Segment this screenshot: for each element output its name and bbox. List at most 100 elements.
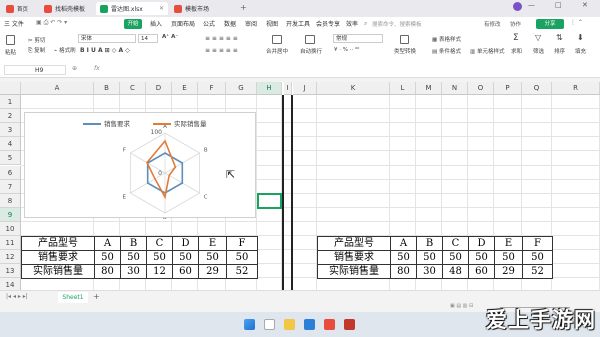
tab-page-layout[interactable]: 页面布局 [171, 19, 195, 28]
table_right-cell[interactable]: A [390, 236, 417, 252]
fill-button[interactable]: 填充 [575, 47, 586, 55]
selected-cell[interactable] [257, 193, 282, 209]
sheet-nav-arrows[interactable]: |◂ ◂ ▸ ▸| [6, 293, 28, 300]
table_right-cell[interactable]: B [416, 236, 443, 252]
search-app-icon[interactable] [264, 319, 275, 330]
table_left-cell[interactable]: B [120, 236, 147, 252]
table_left-cell[interactable]: 50 [120, 250, 147, 266]
column-header-p[interactable]: P [494, 82, 522, 95]
row-header-2[interactable]: 2 [0, 109, 21, 124]
close-window-icon[interactable]: ✕ [582, 1, 588, 9]
row-header-11[interactable]: 11 [0, 236, 21, 251]
font-size-up-icon[interactable]: A⁺ A⁻ [162, 34, 178, 40]
copy-button[interactable]: ⎘ 复制 [28, 46, 45, 55]
table_right-cell[interactable]: 48 [442, 264, 469, 280]
filter-button[interactable]: 筛选 [533, 47, 544, 55]
table_left-cell[interactable]: 52 [226, 264, 258, 280]
row-header-3[interactable]: 3 [0, 123, 21, 138]
row-header-8[interactable]: 8 [0, 193, 21, 208]
tab-start[interactable]: 开始 [124, 19, 142, 29]
app-icon[interactable] [344, 319, 355, 330]
table_right-cell[interactable]: 50 [416, 250, 443, 266]
row-header-12[interactable]: 12 [0, 250, 21, 265]
column-header-g[interactable]: G [226, 82, 257, 95]
share-button[interactable]: 分享 [536, 19, 564, 29]
column-header-a[interactable]: A [21, 82, 94, 95]
column-header-c[interactable]: C [120, 82, 146, 95]
file-menu[interactable]: 三 文件 [4, 19, 24, 28]
table_right-cell[interactable]: 50 [494, 250, 523, 266]
column-header-n[interactable]: N [442, 82, 468, 95]
tab-efficiency[interactable]: 效率 [346, 19, 358, 28]
radar-chart[interactable]: 1000ABCDEF销售要求实际销售量 [24, 112, 256, 224]
tab-view[interactable]: 视图 [266, 19, 278, 28]
tab-formula[interactable]: 公式 [203, 19, 215, 28]
table_right-cell[interactable]: 50 [468, 250, 495, 266]
table_left-cell[interactable]: 50 [226, 250, 258, 266]
quick-access-icons[interactable]: ▣ ⎙ ↶ ↷ ▾ [36, 19, 67, 27]
table_left-cell[interactable]: 50 [172, 250, 199, 266]
table_left-cell[interactable]: E [198, 236, 227, 252]
align-buttons[interactable]: ≡ ≡ ≡ ≡ ≡ [205, 47, 238, 54]
table_left-cell[interactable]: 60 [172, 264, 199, 280]
tab-developer[interactable]: 开发工具 [286, 19, 310, 28]
type-convert-icon[interactable] [400, 35, 409, 44]
column-header-e[interactable]: E [172, 82, 198, 95]
number-format-select[interactable]: 常规 [333, 34, 383, 43]
row-header-10[interactable]: 10 [0, 221, 21, 236]
tab-member[interactable]: 会员专享 [316, 19, 340, 28]
command-search[interactable]: 搜索命令、搜索模板 [372, 20, 422, 28]
column-header-f[interactable]: F [198, 82, 226, 95]
table_left-cell[interactable]: 30 [120, 264, 147, 280]
table_right-cell[interactable]: 实际销售量 [317, 264, 391, 280]
windows-start-icon[interactable] [244, 319, 255, 330]
column-header-q[interactable]: Q [522, 82, 552, 95]
column-header-b[interactable]: B [94, 82, 120, 95]
type-convert-button[interactable]: 类型转换 [394, 47, 416, 55]
table_left-cell[interactable]: 50 [94, 250, 121, 266]
close-icon[interactable]: ✕ [159, 5, 164, 12]
table_left-cell[interactable]: D [172, 236, 199, 252]
maximize-icon[interactable]: □ [555, 1, 562, 9]
fx-icon[interactable]: fx [94, 65, 100, 72]
wps-office-icon[interactable] [324, 319, 335, 330]
view-mode-icons[interactable]: ▣ ▤ ▥ ⊟ [450, 303, 473, 309]
number-format-buttons[interactable]: ¥ · % ·· ⁰⁰ [334, 47, 359, 53]
align-top-buttons[interactable]: ≡ ≡ ≡ ≡ ≡ [205, 35, 238, 42]
format-painter-button[interactable]: ⌁ 格式刷 [54, 46, 76, 54]
filter-icon[interactable]: ▽ [535, 33, 541, 42]
file-explorer-icon[interactable] [284, 319, 295, 330]
table_right-cell[interactable]: 销售要求 [317, 250, 391, 266]
table_left-cell[interactable]: 50 [146, 250, 173, 266]
table_left-cell[interactable]: 29 [198, 264, 227, 280]
conditional-format-button[interactable]: ▤ 条件格式 [432, 47, 461, 55]
search-icon[interactable]: ⌕ [364, 20, 367, 28]
row-header-5[interactable]: 5 [0, 151, 21, 166]
row-header-7[interactable]: 7 [0, 179, 21, 194]
tab-review[interactable]: 审阅 [245, 19, 257, 28]
paste-icon[interactable] [6, 35, 15, 45]
table_left-cell[interactable]: A [94, 236, 121, 252]
table_left-cell[interactable]: F [226, 236, 258, 252]
font-style-buttons[interactable]: B I U A ⊞ ◇ A ◇ [80, 47, 130, 54]
table_left-cell[interactable]: C [146, 236, 173, 252]
column-header-l[interactable]: L [390, 82, 416, 95]
table-style-button[interactable]: ▦ 表格样式 [432, 35, 461, 43]
minimize-icon[interactable]: — [528, 1, 535, 9]
row-header-6[interactable]: 6 [0, 165, 21, 180]
merge-center-icon[interactable] [272, 35, 282, 44]
sort-button[interactable]: 排序 [554, 47, 565, 55]
font-name-select[interactable]: 宋体 [78, 34, 136, 43]
table_right-cell[interactable]: 52 [522, 264, 553, 280]
zoom-icon[interactable]: ⊕ [72, 65, 77, 72]
formula-input[interactable] [108, 65, 588, 75]
merge-center-button[interactable]: 合并居中 [266, 47, 288, 55]
sort-icon[interactable]: ⇅ [556, 33, 563, 42]
table_left-cell[interactable]: 50 [198, 250, 227, 266]
name-box[interactable]: H9 [4, 65, 66, 75]
table_right-cell[interactable]: 30 [416, 264, 443, 280]
add-sheet-button[interactable]: + [93, 292, 100, 301]
tab-radar-xlsx[interactable]: 雷达图.xlsx ✕ [96, 2, 168, 15]
column-header-j[interactable]: J [293, 82, 317, 95]
table_right-cell[interactable]: 29 [494, 264, 523, 280]
